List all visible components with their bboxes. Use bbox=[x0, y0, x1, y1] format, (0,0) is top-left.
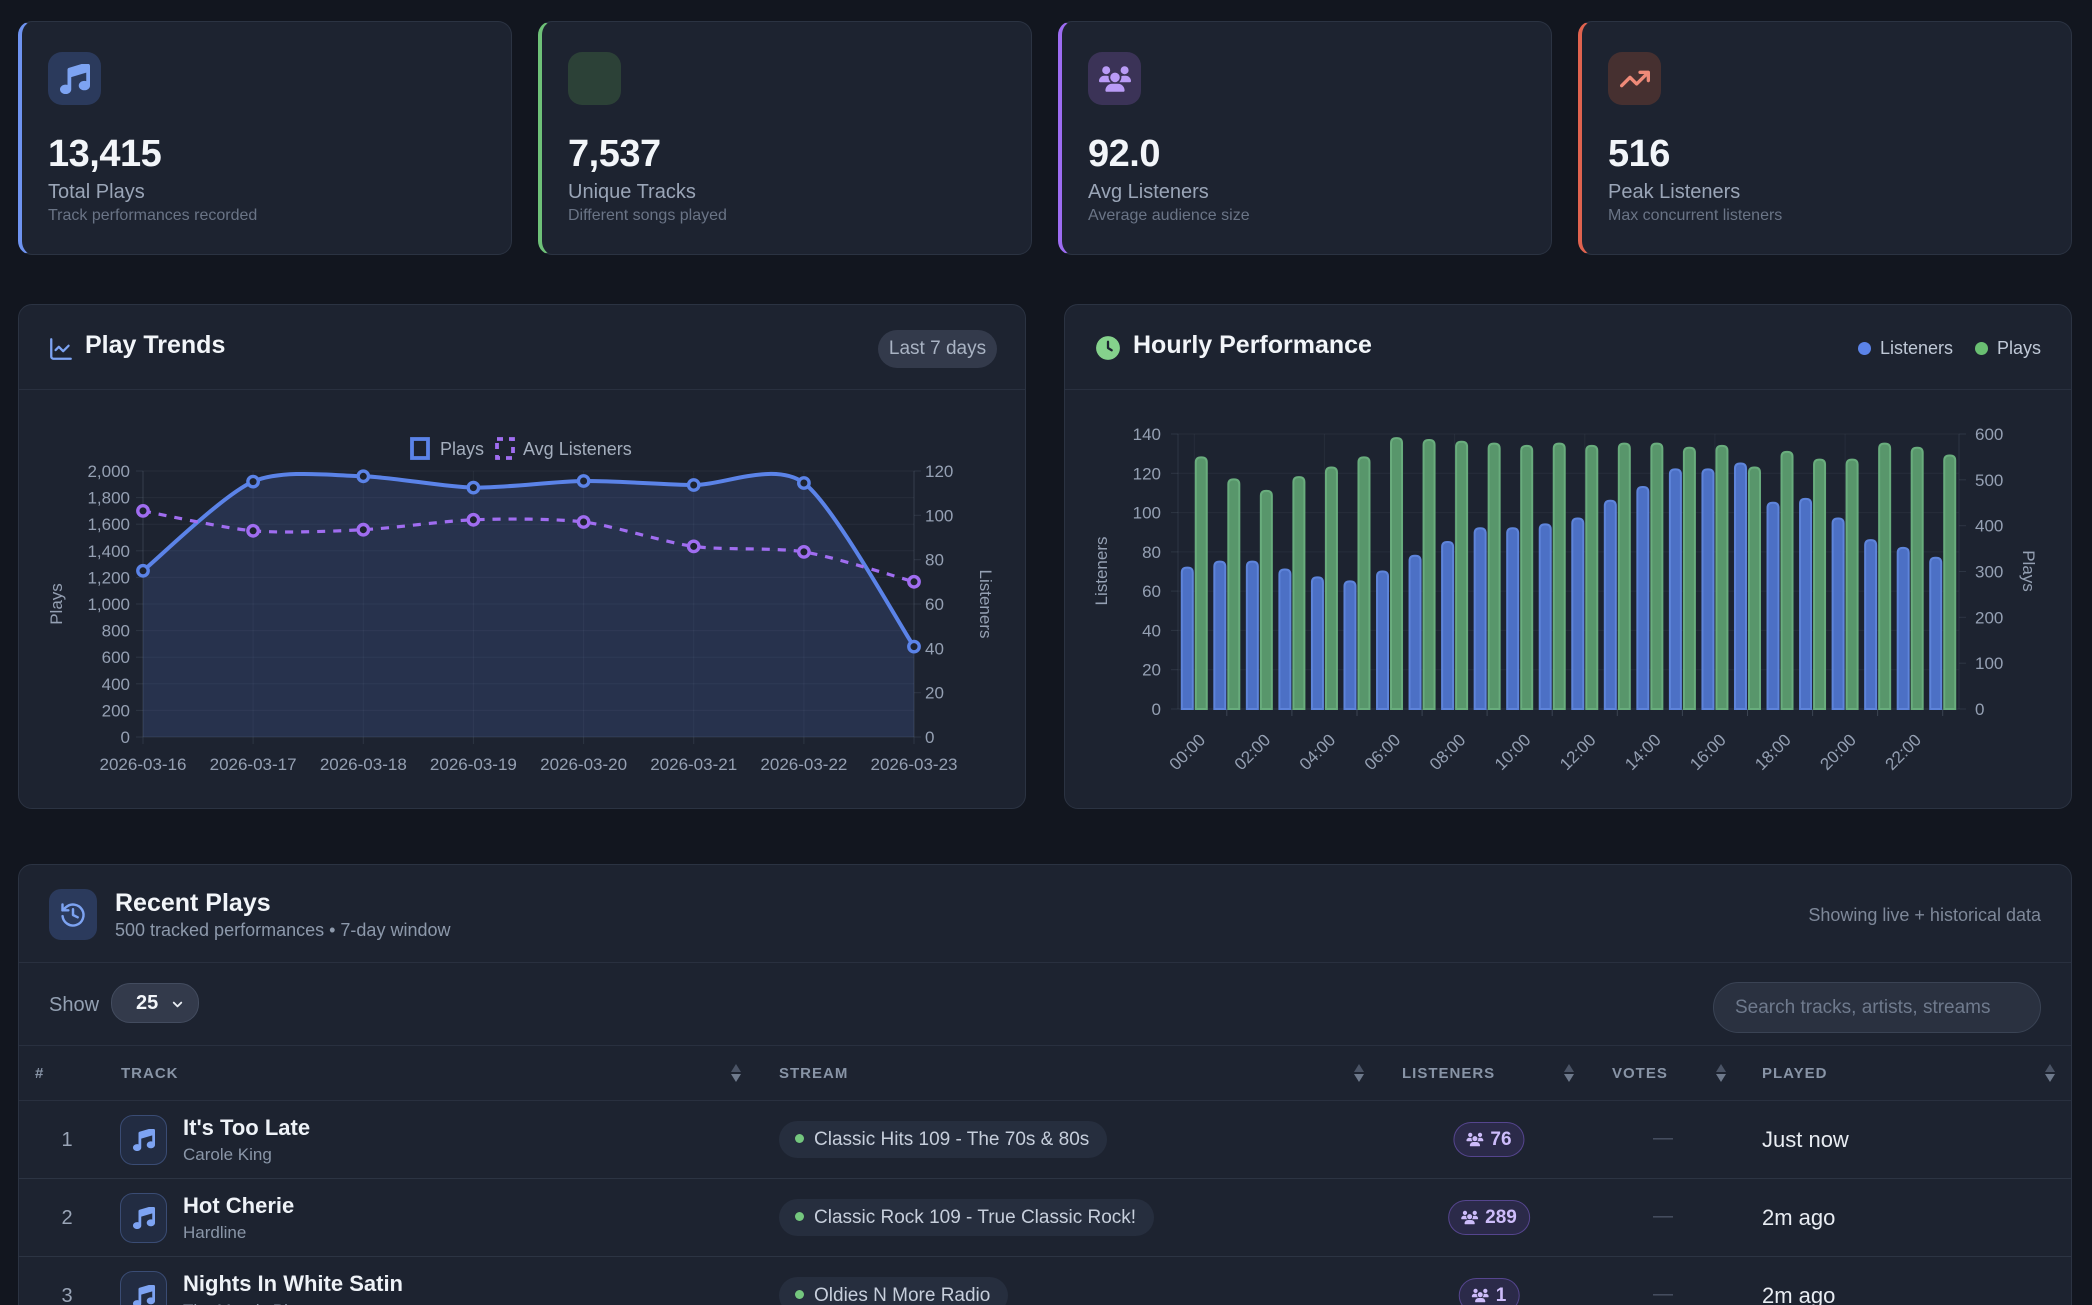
svg-text:40: 40 bbox=[925, 639, 944, 658]
svg-text:2026-03-20: 2026-03-20 bbox=[540, 755, 627, 774]
svg-text:60: 60 bbox=[1142, 582, 1161, 601]
svg-text:18:00: 18:00 bbox=[1751, 730, 1795, 774]
svg-text:08:00: 08:00 bbox=[1426, 730, 1470, 774]
svg-text:Listeners: Listeners bbox=[976, 570, 995, 639]
svg-text:300: 300 bbox=[1975, 563, 2003, 582]
svg-text:0: 0 bbox=[1152, 700, 1161, 719]
svg-text:60: 60 bbox=[925, 595, 944, 614]
svg-text:06:00: 06:00 bbox=[1361, 730, 1405, 774]
svg-text:16:00: 16:00 bbox=[1686, 730, 1730, 774]
svg-text:2026-03-17: 2026-03-17 bbox=[210, 755, 297, 774]
svg-text:12:00: 12:00 bbox=[1556, 730, 1600, 774]
svg-text:400: 400 bbox=[102, 675, 130, 694]
svg-text:Avg Listeners: Avg Listeners bbox=[523, 439, 632, 459]
svg-text:80: 80 bbox=[1142, 543, 1161, 562]
svg-text:140: 140 bbox=[1133, 425, 1161, 444]
svg-text:1,400: 1,400 bbox=[87, 542, 130, 561]
svg-text:Plays: Plays bbox=[2019, 550, 2038, 592]
svg-text:100: 100 bbox=[1975, 654, 2003, 673]
svg-text:80: 80 bbox=[925, 551, 944, 570]
svg-text:400: 400 bbox=[1975, 517, 2003, 536]
svg-text:02:00: 02:00 bbox=[1231, 730, 1275, 774]
svg-text:100: 100 bbox=[1133, 504, 1161, 523]
svg-text:0: 0 bbox=[121, 728, 130, 747]
svg-text:800: 800 bbox=[102, 622, 130, 641]
svg-text:20: 20 bbox=[925, 684, 944, 703]
svg-text:0: 0 bbox=[1975, 700, 1984, 719]
svg-text:600: 600 bbox=[1975, 425, 2003, 444]
svg-text:00:00: 00:00 bbox=[1166, 730, 1210, 774]
svg-text:120: 120 bbox=[1133, 464, 1161, 483]
svg-text:200: 200 bbox=[102, 701, 130, 720]
svg-text:600: 600 bbox=[102, 648, 130, 667]
svg-text:2026-03-18: 2026-03-18 bbox=[320, 755, 407, 774]
svg-text:0: 0 bbox=[925, 728, 934, 747]
svg-text:1,600: 1,600 bbox=[87, 515, 130, 534]
svg-text:20: 20 bbox=[1142, 661, 1161, 680]
svg-text:04:00: 04:00 bbox=[1296, 730, 1340, 774]
svg-text:40: 40 bbox=[1142, 621, 1161, 640]
svg-text:2026-03-23: 2026-03-23 bbox=[871, 755, 958, 774]
svg-text:120: 120 bbox=[925, 462, 953, 481]
svg-text:200: 200 bbox=[1975, 608, 2003, 627]
svg-text:1,200: 1,200 bbox=[87, 568, 130, 587]
svg-text:2026-03-21: 2026-03-21 bbox=[650, 755, 737, 774]
svg-text:2,000: 2,000 bbox=[87, 462, 130, 481]
svg-text:100: 100 bbox=[925, 506, 953, 525]
svg-text:1,000: 1,000 bbox=[87, 595, 130, 614]
svg-text:Plays: Plays bbox=[47, 583, 66, 625]
svg-text:14:00: 14:00 bbox=[1621, 730, 1665, 774]
svg-text:2026-03-19: 2026-03-19 bbox=[430, 755, 517, 774]
svg-text:10:00: 10:00 bbox=[1491, 730, 1535, 774]
svg-text:2026-03-22: 2026-03-22 bbox=[760, 755, 847, 774]
svg-text:1,800: 1,800 bbox=[87, 489, 130, 508]
svg-text:2026-03-16: 2026-03-16 bbox=[100, 755, 187, 774]
svg-text:Plays: Plays bbox=[440, 439, 484, 459]
svg-text:22:00: 22:00 bbox=[1882, 730, 1926, 774]
svg-text:Listeners: Listeners bbox=[1092, 537, 1111, 606]
svg-text:20:00: 20:00 bbox=[1816, 730, 1860, 774]
svg-text:500: 500 bbox=[1975, 471, 2003, 490]
